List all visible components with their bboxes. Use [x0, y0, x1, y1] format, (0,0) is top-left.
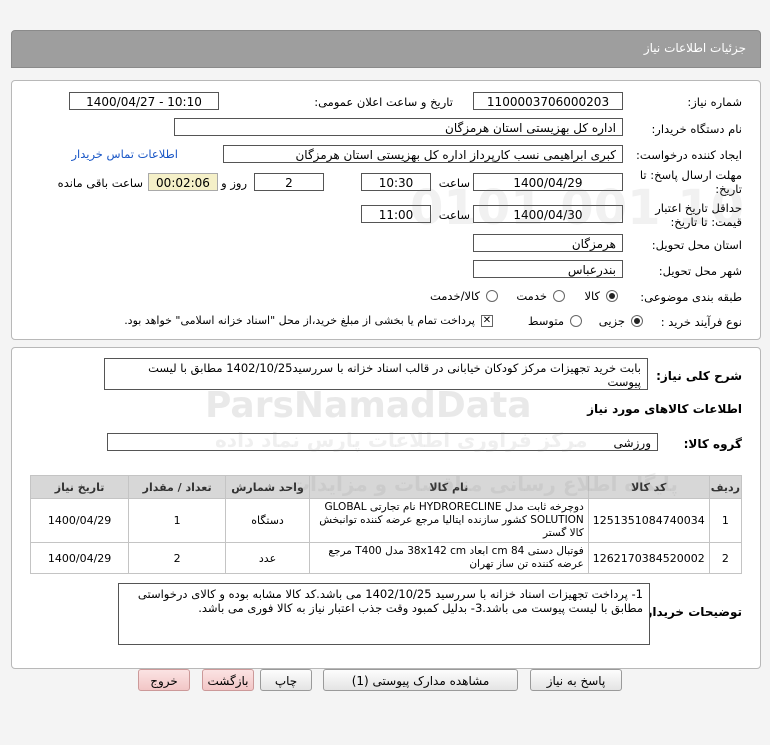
row-code: 1262170384520002 — [587, 542, 710, 574]
buyer-contact-link[interactable]: اطلاعات تماس خریدار — [71, 147, 178, 161]
col-qty: تعداد / مقدار — [128, 475, 227, 499]
process-label: نوع فرآیند خرید : — [660, 315, 742, 329]
row-date: 1400/04/29 — [29, 542, 130, 574]
need-number-label: شماره نیاز: — [687, 95, 742, 109]
creator-label: ایجاد کننده درخواست: — [636, 148, 742, 162]
table-row: 2 1262170384520002 فوتبال دستی 84 cm ابع… — [29, 542, 743, 574]
process-radio-medium[interactable] — [570, 315, 582, 327]
validity-label: حداقل تاریخ اعتبار — [655, 201, 742, 215]
col-name: نام کالا — [308, 475, 589, 499]
deadline-date-field: 1400/04/29 — [473, 173, 623, 191]
goods-group-label: گروه کالا: — [683, 437, 742, 451]
row-code: 1251351084740034 — [587, 498, 710, 543]
row-index: 1 — [708, 498, 743, 543]
row-index: 2 — [708, 542, 743, 574]
summary-text: بابت خرید تجهیزات مرکز کودکان خیابانی در… — [104, 358, 648, 390]
deadline-time-label: ساعت — [438, 176, 470, 190]
city-label: شهر محل تحویل: — [658, 264, 742, 278]
treasury-payment-checkbox[interactable]: ✕ — [481, 315, 493, 327]
attachments-button[interactable]: مشاهده مدارک پیوستی (1) — [323, 669, 518, 691]
validity-time-label: ساعت — [438, 208, 470, 222]
row-date: 1400/04/29 — [29, 498, 130, 543]
treasury-payment-note: پرداخت تمام یا بخشی از مبلغ خرید،از محل … — [124, 314, 475, 327]
deadline-label-date: تاریخ: — [715, 182, 742, 196]
validity-label-date: قیمت: تا تاریخ: — [670, 215, 742, 229]
reply-button[interactable]: پاسخ به نیاز — [530, 669, 622, 691]
announce-label: تاریخ و ساعت اعلان عمومی: — [314, 95, 453, 109]
goods-group-field: ورزشی — [107, 433, 658, 451]
creator-field: کبری ابراهیمی نسب کارپرداز اداره کل بهزی… — [223, 145, 623, 163]
col-code: کد کالا — [587, 475, 710, 499]
col-unit: واحد شمارش — [225, 475, 310, 499]
page-title: جزئیات اطلاعات نیاز — [643, 41, 746, 55]
summary-label: شرح کلی نیاز: — [656, 369, 742, 383]
category-option-goods-service: کالا/خدمت — [429, 289, 480, 303]
buyer-field: اداره کل بهزیستی استان هرمزگان — [174, 118, 623, 136]
category-option-goods: کالا — [584, 289, 600, 303]
province-field: هرمزگان — [473, 234, 623, 252]
goods-table-header: ردیف کد کالا نام کالا واحد شمارش تعداد /… — [29, 475, 743, 499]
print-button[interactable]: چاپ — [260, 669, 312, 691]
table-row: 1 1251351084740034 دوچرخه ثابت مدل HYDRO… — [29, 498, 743, 543]
validity-date-field: 1400/04/30 — [473, 205, 623, 223]
deadline-label: مهلت ارسال پاسخ: تا — [639, 168, 742, 182]
remaining-time-field: 00:02:06 — [148, 173, 218, 191]
exit-button[interactable]: خروج — [138, 669, 190, 691]
goods-section-title: اطلاعات کالاهای مورد نیاز — [587, 402, 742, 416]
row-name: فوتبال دستی 84 cm ابعاد 38x142 cm مدل T4… — [308, 542, 589, 574]
row-unit: دستگاه — [225, 498, 310, 543]
city-field: بندرعباس — [473, 260, 623, 278]
days-field: 2 — [254, 173, 324, 191]
back-button[interactable]: بازگشت — [202, 669, 254, 691]
process-radio-minor[interactable] — [631, 315, 643, 327]
process-option-medium: متوسط — [527, 314, 564, 328]
category-option-service: خدمت — [516, 289, 547, 303]
category-radio-goods[interactable] — [606, 290, 618, 302]
buyer-notes-label: توضیحات خریدار: — [640, 605, 742, 619]
row-qty: 1 — [128, 498, 227, 543]
announce-datetime-field: 1400/04/27 - 10:10 — [69, 92, 219, 110]
buyer-label: نام دستگاه خریدار: — [651, 122, 742, 136]
deadline-time-field: 10:30 — [361, 173, 431, 191]
days-label: روز و — [221, 176, 247, 190]
row-unit: عدد — [225, 542, 310, 574]
process-option-minor: جزیی — [598, 314, 625, 328]
goods-table: ردیف کد کالا نام کالا واحد شمارش تعداد /… — [29, 475, 743, 574]
row-name: دوچرخه ثابت مدل HYDRORECLINE نام تجارتی … — [308, 498, 589, 543]
buyer-notes-text: 1- پرداخت تجهیزات اسناد خزانه با سررسید … — [118, 583, 650, 645]
need-number-field: 1100003706000203 — [473, 92, 623, 110]
col-date: تاریخ نیاز — [29, 475, 130, 499]
category-label: طبقه بندی موضوعی: — [640, 290, 742, 304]
validity-time-field: 11:00 — [361, 205, 431, 223]
province-label: استان محل تحویل: — [651, 238, 742, 252]
page-header: جزئیات اطلاعات نیاز — [11, 30, 761, 68]
col-index: ردیف — [708, 475, 743, 499]
category-radio-service[interactable] — [553, 290, 565, 302]
remaining-label: ساعت باقی مانده — [57, 176, 143, 190]
category-radio-goods-service[interactable] — [486, 290, 498, 302]
row-qty: 2 — [128, 542, 227, 574]
